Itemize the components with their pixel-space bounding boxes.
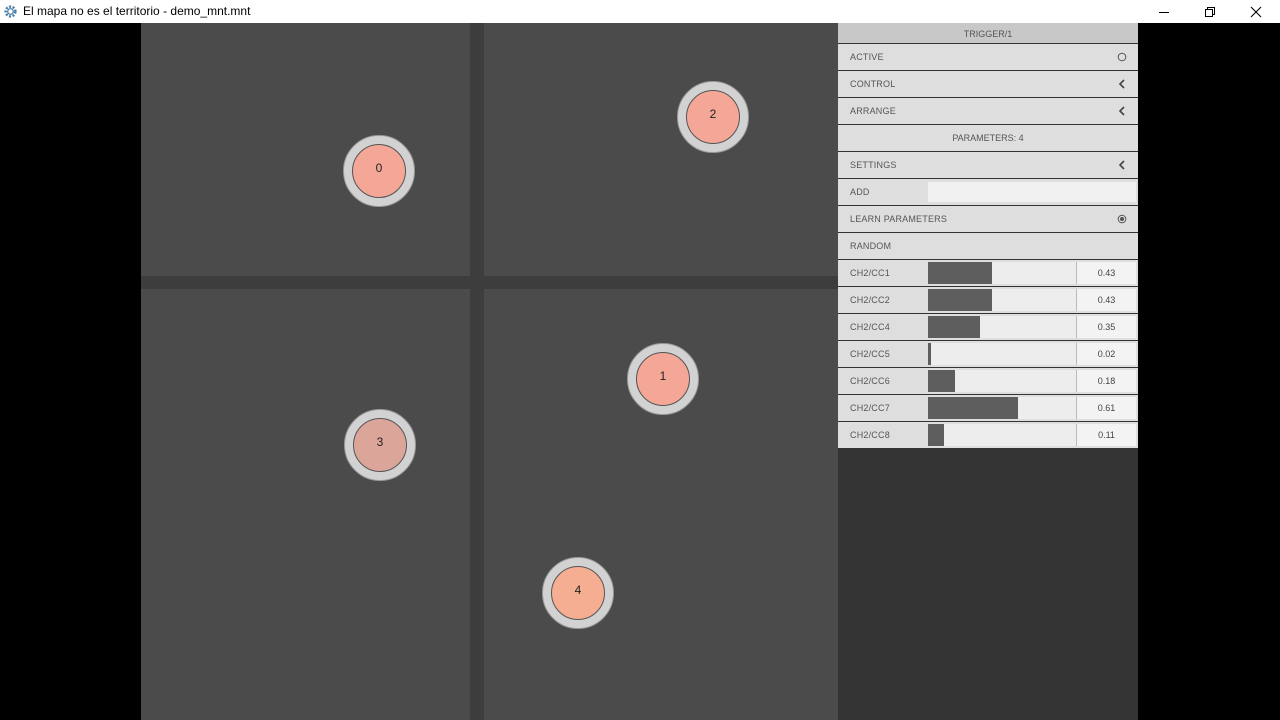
- slider-value[interactable]: 0.11: [1076, 424, 1136, 446]
- slider-row: CH2/CC5 0.02: [838, 341, 1138, 367]
- parameters-count: PARAMETERS: 4: [952, 133, 1024, 143]
- slider-value[interactable]: 0.02: [1076, 343, 1136, 365]
- minimize-button[interactable]: [1141, 0, 1187, 23]
- chevron-left-icon[interactable]: [1116, 159, 1128, 171]
- gear-icon: [4, 5, 17, 18]
- slider-track[interactable]: [928, 343, 1076, 365]
- learn-parameters-row[interactable]: LEARN PARAMETERS: [838, 206, 1138, 232]
- map-node-3[interactable]: 3: [344, 409, 416, 481]
- vertical-divider: [470, 23, 484, 720]
- settings-row[interactable]: SETTINGS: [838, 152, 1138, 178]
- close-button[interactable]: [1233, 0, 1279, 23]
- restore-icon: [1205, 6, 1215, 17]
- slider-fill: [928, 289, 992, 311]
- add-row: ADD: [838, 179, 1138, 205]
- active-label: ACTIVE: [850, 52, 884, 62]
- slider-fill: [928, 397, 1019, 419]
- slider-value[interactable]: 0.43: [1076, 262, 1136, 284]
- map-node-label: 3: [376, 435, 384, 449]
- slider-value[interactable]: 0.61: [1076, 397, 1136, 419]
- slider-name: CH2/CC7: [850, 403, 890, 413]
- map-node-3-inner: 3: [353, 418, 407, 472]
- chevron-left-icon[interactable]: [1116, 105, 1128, 117]
- map-node-4-inner: 4: [551, 566, 605, 620]
- random-row[interactable]: RANDOM: [838, 233, 1138, 259]
- slider-track[interactable]: [928, 397, 1076, 419]
- settings-label: SETTINGS: [850, 160, 897, 170]
- record-icon[interactable]: [1116, 213, 1128, 225]
- slider-fill: [928, 424, 945, 446]
- map-node-2[interactable]: 2: [677, 81, 749, 153]
- slider-value[interactable]: 0.35: [1076, 316, 1136, 338]
- map-node-0[interactable]: 0: [343, 135, 415, 207]
- map-node-label: 0: [375, 161, 383, 175]
- map-node-2-inner: 2: [686, 90, 740, 144]
- slider-track[interactable]: [928, 262, 1076, 284]
- trigger-panel: TRIGGER/1 ACTIVE CONTROL ARRANGE PARAMET…: [838, 23, 1138, 720]
- slider-fill: [928, 316, 980, 338]
- slider-row: CH2/CC6 0.18: [838, 368, 1138, 394]
- slider-fill: [928, 370, 955, 392]
- control-label: CONTROL: [850, 79, 896, 89]
- control-row[interactable]: CONTROL: [838, 71, 1138, 97]
- arrange-label: ARRANGE: [850, 106, 896, 116]
- add-input[interactable]: [928, 182, 1136, 202]
- slider-name: CH2/CC5: [850, 349, 890, 359]
- slider-row: CH2/CC8 0.11: [838, 422, 1138, 448]
- random-label: RANDOM: [850, 241, 892, 251]
- title-bar: El mapa no es el territorio - demo_mnt.m…: [0, 0, 1280, 23]
- slider-value[interactable]: 0.18: [1076, 370, 1136, 392]
- map-node-label: 2: [709, 107, 717, 121]
- map-node-1[interactable]: 1: [627, 343, 699, 415]
- active-row[interactable]: ACTIVE: [838, 44, 1138, 70]
- slider-name: CH2/CC1: [850, 268, 890, 278]
- map-node-0-inner: 0: [352, 144, 406, 198]
- chevron-left-icon[interactable]: [1116, 78, 1128, 90]
- map-node-4[interactable]: 4: [542, 557, 614, 629]
- arrange-row[interactable]: ARRANGE: [838, 98, 1138, 124]
- horizontal-divider: [141, 276, 838, 289]
- slider-fill: [928, 262, 992, 284]
- slider-row: CH2/CC7 0.61: [838, 395, 1138, 421]
- parameters-row: PARAMETERS: 4: [838, 125, 1138, 151]
- map-node-label: 1: [659, 369, 667, 383]
- slider-fill: [928, 343, 931, 365]
- learn-parameters-label: LEARN PARAMETERS: [850, 214, 948, 224]
- slider-track[interactable]: [928, 289, 1076, 311]
- slider-name: CH2/CC6: [850, 376, 890, 386]
- restore-button[interactable]: [1187, 0, 1233, 23]
- slider-row: CH2/CC2 0.43: [838, 287, 1138, 313]
- slider-row: CH2/CC4 0.35: [838, 314, 1138, 340]
- map-node-1-inner: 1: [636, 352, 690, 406]
- window-title: El mapa no es el territorio - demo_mnt.m…: [23, 4, 251, 18]
- slider-name: CH2/CC4: [850, 322, 890, 332]
- slider-name: CH2/CC8: [850, 430, 890, 440]
- panel-header-title: TRIGGER/1: [963, 29, 1013, 39]
- slider-track[interactable]: [928, 316, 1076, 338]
- slider-name: CH2/CC2: [850, 295, 890, 305]
- slider-track[interactable]: [928, 424, 1076, 446]
- slider-track[interactable]: [928, 370, 1076, 392]
- slider-row: CH2/CC1 0.43: [838, 260, 1138, 286]
- add-label: ADD: [850, 187, 870, 197]
- close-icon: [1250, 6, 1262, 17]
- active-toggle-icon[interactable]: [1116, 51, 1128, 63]
- map-node-label: 4: [574, 583, 582, 597]
- slider-value[interactable]: 0.43: [1076, 289, 1136, 311]
- panel-header: TRIGGER/1: [838, 23, 1138, 43]
- map-canvas[interactable]: 0 2 1 3 4: [141, 23, 838, 720]
- minimize-icon: [1159, 11, 1169, 13]
- window-background: [1138, 23, 1280, 720]
